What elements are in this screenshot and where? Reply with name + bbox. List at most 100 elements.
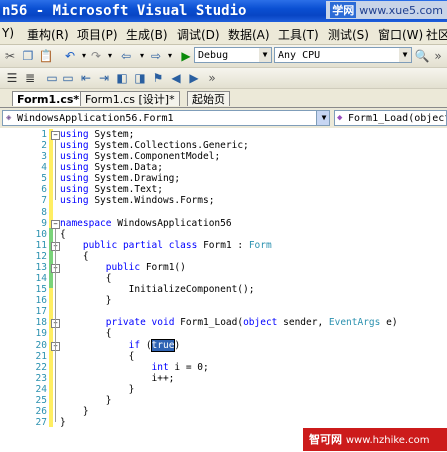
code-line[interactable]: 18 private void Form1_Load(object sender… (0, 317, 447, 328)
code-text[interactable]: InitializeComponent(); (60, 284, 255, 295)
code-text[interactable]: using System.Text; (60, 184, 163, 195)
word-completion-icon[interactable]: ▭ (60, 70, 76, 86)
code-text[interactable]: public Form1() (60, 262, 186, 273)
code-line[interactable]: 3 using System.ComponentModel; (0, 151, 447, 162)
menu-build[interactable]: 生成(B) (126, 26, 168, 43)
code-line[interactable]: 12 { (0, 251, 447, 262)
code-text[interactable]: { (60, 273, 112, 284)
chevron-down-icon[interactable]: ▼ (316, 111, 329, 125)
quick-info-icon[interactable]: ▭ (44, 70, 60, 86)
toolbar-options-icon[interactable]: » (430, 48, 446, 64)
type-dropdown[interactable]: ◈ WindowsApplication56.Form1 ▼ (2, 110, 330, 126)
code-text[interactable]: } (60, 395, 112, 406)
increase-indent-icon[interactable]: ⇥ (96, 70, 112, 86)
code-text[interactable]: if (true) (60, 338, 180, 352)
code-text[interactable]: public partial class Form1 : Form (60, 240, 272, 251)
solution-configuration-select[interactable]: Debug ▼ (194, 47, 272, 63)
chevron-down-icon[interactable]: ▼ (259, 48, 271, 62)
menu-community[interactable]: 社区 (426, 26, 447, 43)
code-text[interactable]: { (60, 328, 112, 339)
code-text[interactable]: i++; (60, 373, 175, 384)
code-text[interactable]: using System.Windows.Forms; (60, 195, 214, 206)
menu-window[interactable]: 窗口(W) (378, 26, 423, 43)
navigate-backward-icon[interactable]: ⇦ (118, 48, 134, 64)
code-line[interactable]: 2 using System.Collections.Generic; (0, 140, 447, 151)
line-number: 22 (35, 361, 47, 373)
code-line[interactable]: 8 (0, 207, 447, 218)
menu-refactor[interactable]: 重构(R) (27, 26, 69, 43)
code-text[interactable]: using System.Drawing; (60, 173, 180, 184)
code-line[interactable]: 11 public partial class Form1 : Form (0, 240, 447, 251)
code-text[interactable]: using System.ComponentModel; (60, 151, 220, 162)
tab-form1-design[interactable]: Form1.cs [设计]* (80, 91, 180, 106)
code-line[interactable]: 7 using System.Windows.Forms; (0, 195, 447, 206)
code-line[interactable]: 4 using System.Data; (0, 162, 447, 173)
code-line[interactable]: 24 } (0, 384, 447, 395)
code-line[interactable]: 10 { (0, 229, 447, 240)
code-text[interactable]: { (60, 229, 66, 240)
code-line[interactable]: 25 } (0, 395, 447, 406)
forward-dropdown-icon[interactable]: ▾ (162, 48, 178, 64)
code-text[interactable]: private void Form1_Load(object sender, E… (60, 317, 398, 328)
code-line[interactable]: 9 namespace WindowsApplication56 (0, 218, 447, 229)
solution-platform-select[interactable]: Any CPU ▼ (274, 47, 412, 63)
previous-bookmark-icon[interactable]: ◀ (168, 70, 184, 86)
code-line[interactable]: 17 (0, 306, 447, 317)
menu-data[interactable]: 数据(A) (228, 26, 270, 43)
menu-test[interactable]: 测试(S) (328, 26, 369, 43)
code-line[interactable]: 15 InitializeComponent(); (0, 284, 447, 295)
code-text[interactable]: } (60, 406, 89, 417)
chevron-down-icon[interactable]: ▼ (399, 48, 411, 62)
code-line[interactable]: 19 { (0, 328, 447, 339)
uncomment-icon[interactable]: ◨ (132, 70, 148, 86)
code-line[interactable]: 16 } (0, 295, 447, 306)
member-dropdown[interactable]: ◆ Form1_Load(object (334, 110, 447, 126)
code-line[interactable]: 6 using System.Text; (0, 184, 447, 195)
cut-icon[interactable]: ✂ (2, 48, 18, 64)
tab-form1-cs[interactable]: Form1.cs* (12, 91, 85, 106)
start-debugging-icon[interactable]: ▶ (178, 48, 194, 64)
code-line[interactable]: 1 using System; (0, 129, 447, 140)
watermark-tag: 学网 (330, 2, 357, 18)
code-text[interactable]: { (60, 351, 135, 362)
code-line[interactable]: 5 using System.Drawing; (0, 173, 447, 184)
paste-icon[interactable]: 📋 (38, 48, 54, 64)
menu-project[interactable]: 项目(P) (77, 26, 118, 43)
code-text[interactable]: int i = 0; (60, 362, 209, 373)
code-text[interactable]: } (60, 384, 135, 395)
copy-icon[interactable]: ❐ (20, 48, 36, 64)
code-line[interactable]: 22 int i = 0; (0, 362, 447, 373)
redo-dropdown-icon[interactable]: ▾ (102, 48, 118, 64)
code-text[interactable]: { (60, 251, 89, 262)
collapse-region-icon[interactable]: − (51, 131, 60, 140)
code-line[interactable]: 20 if (true) (0, 338, 447, 352)
code-line[interactable]: 27} (0, 417, 447, 428)
toggle-bookmark-icon[interactable]: ⚑ (150, 70, 166, 86)
code-text[interactable]: using System; (60, 129, 134, 140)
menu-tools[interactable]: 工具(T) (278, 26, 319, 43)
code-text[interactable]: using System.Collections.Generic; (60, 140, 249, 151)
code-text[interactable]: namespace WindowsApplication56 (60, 218, 232, 229)
class-icon: ◈ (6, 113, 12, 123)
code-line[interactable]: 14 { (0, 273, 447, 284)
menu-view[interactable]: Y) (2, 26, 14, 40)
next-bookmark-icon[interactable]: ▶ (186, 70, 202, 86)
decrease-indent-icon[interactable]: ⇤ (78, 70, 94, 86)
code-line[interactable]: 23 i++; (0, 373, 447, 384)
code-text[interactable]: using System.Data; (60, 162, 163, 173)
parameter-info-icon[interactable]: ≣ (22, 70, 38, 86)
collapse-region-icon[interactable]: − (51, 219, 60, 229)
toolbar-overflow-icon[interactable]: » (204, 70, 220, 86)
tab-start-page[interactable]: 起始页 (187, 91, 230, 106)
line-number: 20 (35, 339, 47, 351)
member-dropdown-value: Form1_Load(object (348, 113, 447, 124)
menu-debug[interactable]: 调试(D) (177, 26, 220, 43)
code-line[interactable]: 13 public Form1() (0, 262, 447, 273)
comment-out-icon[interactable]: ◧ (114, 70, 130, 86)
find-icon[interactable]: 🔍 (414, 48, 430, 64)
code-line[interactable]: 26 } (0, 406, 447, 417)
object-members-icon[interactable]: ☰ (4, 70, 20, 86)
code-text[interactable]: } (60, 417, 66, 428)
code-line[interactable]: 21 { (0, 351, 447, 362)
code-text[interactable]: } (60, 295, 112, 306)
